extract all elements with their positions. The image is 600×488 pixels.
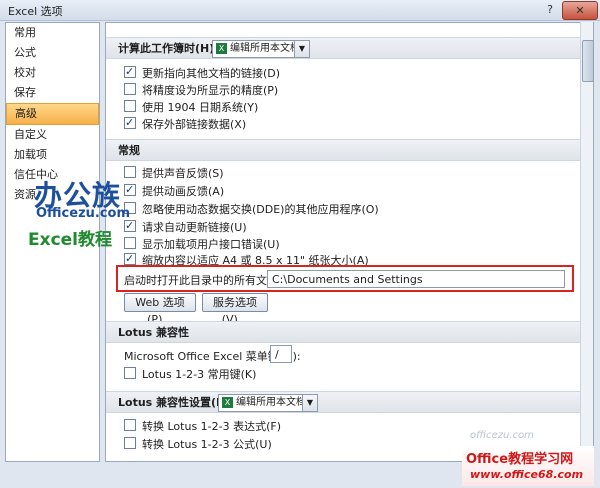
advanced-options-panel: 计算此工作簿时(H): X编辑所用本文档... ▼ 更新指向其他文档的链接(D)… bbox=[105, 22, 594, 462]
section-header-general: 常规 bbox=[106, 139, 580, 161]
option-animation-feedback[interactable]: 提供动画反馈(A) bbox=[124, 182, 225, 200]
option-ignore-dde[interactable]: 忽略使用动态数据交换(DDE)的其他应用程序(O) bbox=[124, 202, 379, 218]
option-label: 使用 1904 日期系统(Y) bbox=[142, 101, 259, 114]
section-title: Lotus 兼容性 bbox=[118, 326, 190, 339]
service-options-button[interactable]: 服务选项(V)... bbox=[202, 293, 268, 326]
sidebar-item-label: 保存 bbox=[14, 86, 36, 99]
calc-workbook-dropdown[interactable]: X 编辑所用本文档... ▼ bbox=[212, 40, 310, 58]
option-label: 提供动画反馈(A) bbox=[142, 185, 225, 198]
option-label: 将精度设为所显示的精度(P) bbox=[142, 84, 279, 97]
section-header-lotus-compat: Lotus 兼容性 bbox=[106, 321, 580, 343]
checkbox[interactable] bbox=[124, 115, 136, 131]
sidebar-item-formulas[interactable]: 公式 bbox=[6, 43, 99, 63]
sidebar-item-proofing[interactable]: 校对 bbox=[6, 63, 99, 83]
option-sound-feedback[interactable]: 提供声音反馈(S) bbox=[124, 166, 224, 182]
option-label: 保存外部链接数据(X) bbox=[142, 118, 247, 131]
sidebar-item-label: 自定义 bbox=[14, 128, 47, 141]
watermark-brand-tag: Excel教程 bbox=[28, 230, 113, 250]
section-title: 计算此工作簿时(H): bbox=[118, 42, 219, 55]
sidebar-item-customize[interactable]: 自定义 bbox=[6, 125, 99, 145]
sidebar-item-addins[interactable]: 加载项 bbox=[6, 145, 99, 165]
sidebar-item-popular[interactable]: 常用 bbox=[6, 23, 99, 43]
window-title: Excel 选项 bbox=[8, 5, 63, 18]
checkbox[interactable] bbox=[124, 83, 136, 95]
sidebar-item-label: 常用 bbox=[14, 26, 36, 39]
checkbox[interactable] bbox=[124, 437, 136, 449]
section-title: Lotus 兼容性设置(L): bbox=[118, 396, 233, 409]
checkbox[interactable] bbox=[124, 218, 136, 234]
section-header-calculation: 计算此工作簿时(H): bbox=[106, 37, 580, 59]
option-precision-as-displayed[interactable]: 将精度设为所显示的精度(P) bbox=[124, 83, 278, 99]
section-title: 常规 bbox=[118, 144, 140, 157]
option-lotus-nav-keys[interactable]: Lotus 1-2-3 常用键(K) bbox=[124, 367, 256, 383]
close-button[interactable]: ✕ bbox=[562, 1, 598, 20]
help-button[interactable]: ? bbox=[540, 1, 560, 18]
sidebar-item-label: 公式 bbox=[14, 46, 36, 59]
sidebar-item-label: 高级 bbox=[15, 107, 37, 120]
section-header-lotus-settings: Lotus 兼容性设置(L): bbox=[106, 391, 580, 413]
highlight-box bbox=[116, 265, 574, 292]
option-1904-date-system[interactable]: 使用 1904 日期系统(Y) bbox=[124, 100, 258, 116]
option-show-addin-errors[interactable]: 显示加载项用户接口错误(U) bbox=[124, 237, 280, 253]
watermark-site-url: www.office68.com bbox=[470, 468, 584, 481]
checkbox[interactable] bbox=[124, 419, 136, 431]
sidebar-item-label: 加载项 bbox=[14, 148, 47, 161]
option-transition-formula-entry[interactable]: 转换 Lotus 1-2-3 公式(U) bbox=[124, 437, 272, 453]
option-update-links[interactable]: 更新指向其他文档的链接(D) bbox=[124, 64, 281, 82]
vertical-scrollbar[interactable] bbox=[580, 22, 594, 460]
excel-workbook-icon: X bbox=[222, 397, 233, 408]
menu-key-input[interactable]: / bbox=[270, 345, 292, 363]
sidebar-item-save[interactable]: 保存 bbox=[6, 83, 99, 103]
watermark-site: Office教程学习网 www.office68.com bbox=[462, 446, 594, 486]
checkbox[interactable] bbox=[124, 367, 136, 379]
chevron-down-icon: ▼ bbox=[294, 41, 309, 57]
checkbox[interactable] bbox=[124, 100, 136, 112]
option-ask-update-links[interactable]: 请求自动更新链接(U) bbox=[124, 218, 247, 236]
option-label: 显示加载项用户接口错误(U) bbox=[142, 238, 280, 251]
watermark-site-name: Office教程学习网 bbox=[466, 452, 574, 467]
chevron-down-icon: ▼ bbox=[302, 395, 317, 411]
checkbox[interactable] bbox=[124, 237, 136, 249]
web-options-button[interactable]: Web 选项(P)... bbox=[124, 293, 196, 326]
sidebar-item-advanced[interactable]: 高级 bbox=[6, 103, 99, 125]
checkbox[interactable] bbox=[124, 166, 136, 178]
option-label: 转换 Lotus 1-2-3 公式(U) bbox=[142, 438, 272, 451]
option-label: Lotus 1-2-3 常用键(K) bbox=[142, 368, 257, 381]
scrollbar-thumb[interactable] bbox=[582, 40, 594, 82]
checkbox[interactable] bbox=[124, 64, 136, 80]
option-transition-formula-eval[interactable]: 转换 Lotus 1-2-3 表达式(F) bbox=[124, 419, 281, 435]
checkbox[interactable] bbox=[124, 251, 136, 267]
watermark-faint: officezu.com bbox=[470, 430, 534, 441]
title-bar: Excel 选项 ? ✕ bbox=[0, 0, 600, 21]
option-label: 更新指向其他文档的链接(D) bbox=[142, 67, 281, 80]
watermark-brand-url: Officezu.com bbox=[36, 206, 131, 221]
excel-workbook-icon: X bbox=[216, 43, 227, 54]
sidebar-item-label: 资源 bbox=[14, 188, 36, 201]
option-save-external-link-values[interactable]: 保存外部链接数据(X) bbox=[124, 115, 247, 133]
option-label: 忽略使用动态数据交换(DDE)的其他应用程序(O) bbox=[142, 203, 379, 216]
option-label: 提供声音反馈(S) bbox=[142, 167, 224, 180]
sidebar-item-label: 校对 bbox=[14, 66, 36, 79]
option-label: 请求自动更新链接(U) bbox=[142, 221, 247, 234]
option-label: 转换 Lotus 1-2-3 表达式(F) bbox=[142, 420, 282, 433]
lotus-settings-dropdown[interactable]: X 编辑所用本文档... ▼ bbox=[218, 394, 318, 412]
checkbox[interactable] bbox=[124, 182, 136, 198]
